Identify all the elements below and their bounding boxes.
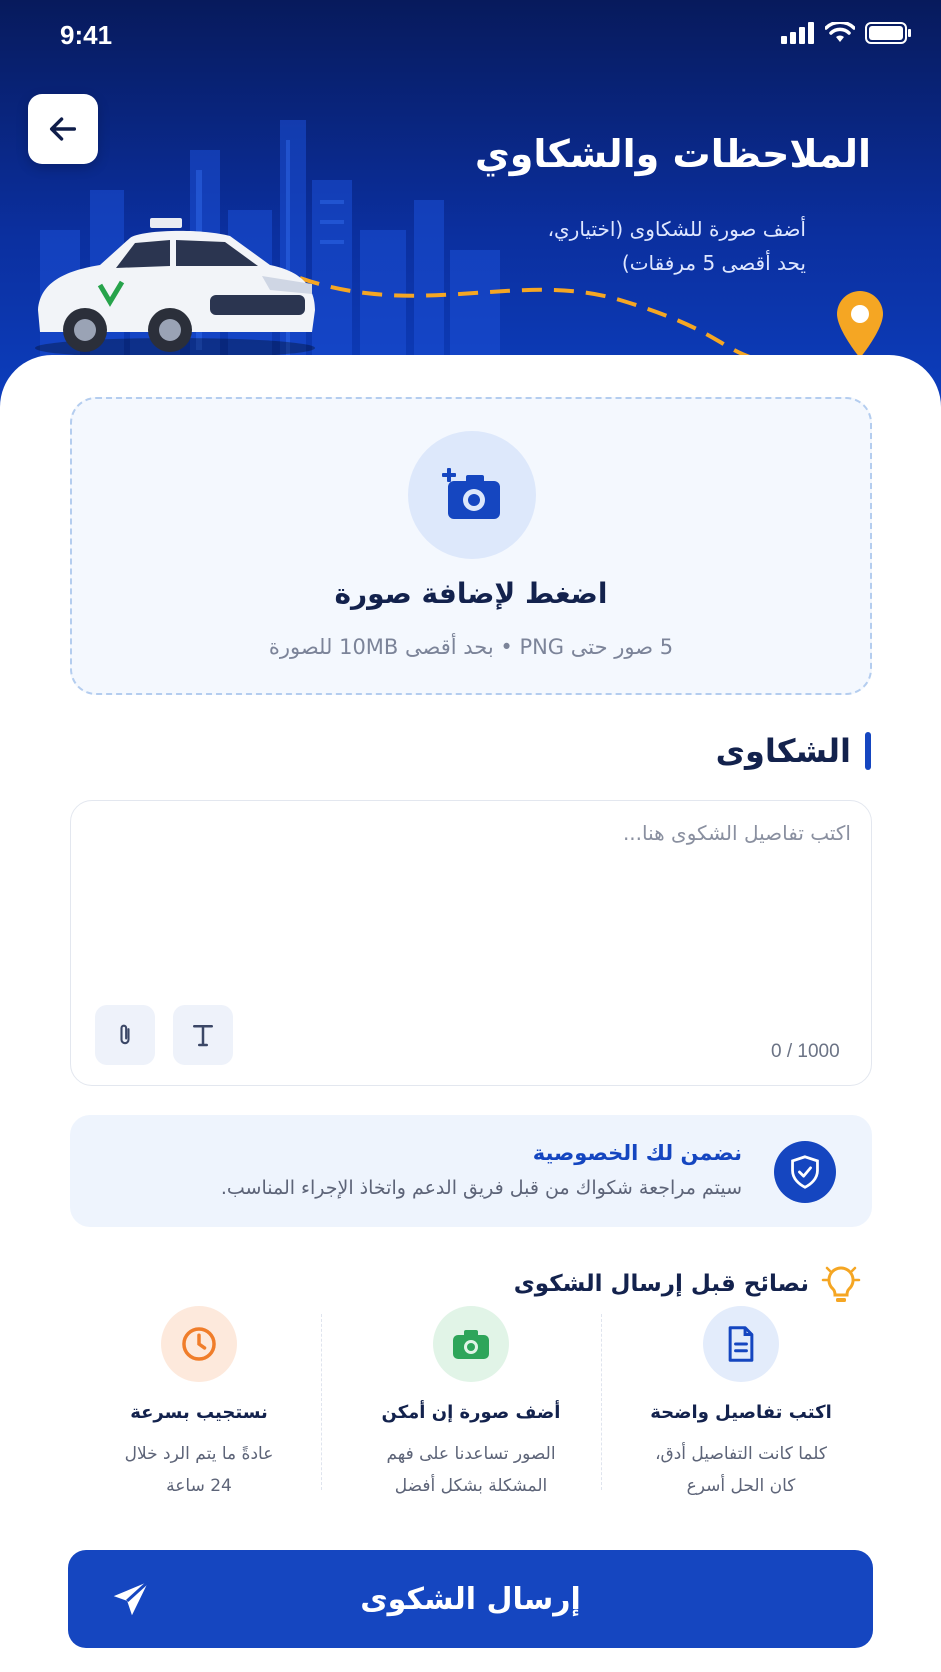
tip-description-line2: 24 ساعة bbox=[166, 1476, 232, 1496]
complaint-box: 0 / 1000 bbox=[70, 800, 872, 1086]
arrow-left-icon bbox=[49, 117, 77, 141]
tip-fast-response: نستجيب بسرعة عادةً ما يتم الرد خلال 24 س… bbox=[68, 1306, 330, 1496]
clock-icon bbox=[182, 1327, 216, 1361]
tip-icon-circle bbox=[703, 1306, 779, 1382]
tips-title: نصائح قبل إرسال الشكوى bbox=[513, 1271, 809, 1297]
section-accent-bar bbox=[865, 732, 871, 770]
tips-header: نصائح قبل إرسال الشكوى bbox=[514, 1262, 861, 1306]
submit-button-label: إرسال الشكوى bbox=[360, 1581, 581, 1617]
page-subtitle-line2: يحد أقصى 5 مرفقات) bbox=[621, 251, 806, 275]
tip-description-line1: الصور تساعدنا على فهم bbox=[386, 1444, 556, 1464]
tip-title: أضف صورة إن أمكن bbox=[381, 1402, 561, 1423]
upload-title: اضغط لإضافة صورة bbox=[334, 577, 608, 610]
tip-description: الصور تساعدنا على فهم المشكلة بشكل أفضل bbox=[340, 1438, 602, 1502]
camera-icon bbox=[453, 1330, 489, 1359]
tip-description-line2: المشكلة بشكل أفضل bbox=[394, 1476, 548, 1496]
tip-description-line1: كلما كانت التفاصيل أدق، bbox=[655, 1444, 827, 1464]
tip-title: نستجيب بسرعة bbox=[130, 1402, 268, 1423]
image-upload-area[interactable]: اضغط لإضافة صورة 5 صور حتى PNG • بحد أقص… bbox=[70, 397, 872, 695]
attachment-icon bbox=[120, 1024, 130, 1045]
privacy-title: نضمن لك الخصوصية bbox=[532, 1141, 742, 1165]
tip-icon-circle bbox=[433, 1306, 509, 1382]
taxi-car-illustration bbox=[35, 218, 315, 358]
tip-add-photo: أضف صورة إن أمكن الصور تساعدنا على فهم ا… bbox=[340, 1306, 602, 1496]
tip-description: عادةً ما يتم الرد خلال 24 ساعة bbox=[68, 1438, 330, 1502]
tip-clear-details: اكتب تفاصيل واضحة كلما كانت التفاصيل أدق… bbox=[610, 1306, 872, 1496]
character-counter: 0 / 1000 bbox=[771, 1041, 840, 1062]
complaint-textarea[interactable] bbox=[91, 821, 851, 1001]
location-pin-icon bbox=[837, 291, 883, 358]
privacy-icon-circle bbox=[774, 1141, 836, 1203]
tips-list: اكتب تفاصيل واضحة كلما كانت التفاصيل أدق… bbox=[70, 1306, 872, 1496]
tip-title: اكتب تفاصيل واضحة bbox=[650, 1402, 832, 1423]
shield-check-icon bbox=[791, 1155, 819, 1189]
signal-icon bbox=[781, 22, 814, 44]
submit-complaint-button[interactable]: إرسال الشكوى bbox=[68, 1550, 873, 1648]
lightbulb-icon bbox=[821, 1266, 861, 1302]
upload-hint: 5 صور حتى PNG • بحد أقصى 10MB للصورة bbox=[268, 635, 674, 659]
wifi-icon bbox=[825, 22, 855, 42]
attachment-button[interactable] bbox=[95, 1005, 155, 1065]
text-format-button[interactable] bbox=[173, 1005, 233, 1065]
tip-icon-circle bbox=[161, 1306, 237, 1382]
page-subtitle: أضف صورة للشكاوى (اختياري، يحد أقصى 5 مر… bbox=[486, 212, 806, 280]
complaints-section-header: الشكاوى bbox=[716, 732, 871, 770]
status-icons bbox=[781, 22, 911, 44]
privacy-text: سيتم مراجعة شكواك من قبل فريق الدعم واتخ… bbox=[220, 1177, 742, 1199]
back-button[interactable] bbox=[28, 94, 98, 164]
complaints-section-title: الشكاوى bbox=[715, 732, 851, 770]
page-subtitle-line1: أضف صورة للشكاوى (اختياري، bbox=[547, 217, 806, 241]
upload-icon-circle bbox=[408, 431, 536, 559]
status-time: 9:41 bbox=[60, 20, 113, 50]
tip-description-line1: عادةً ما يتم الرد خلال bbox=[124, 1444, 274, 1464]
tip-description: كلما كانت التفاصيل أدق، كان الحل أسرع bbox=[610, 1438, 872, 1502]
text-format-icon bbox=[193, 1025, 213, 1047]
page-title: الملاحظات والشكاوي bbox=[474, 132, 871, 176]
privacy-notice: نضمن لك الخصوصية سيتم مراجعة شكواك من قب… bbox=[70, 1115, 872, 1227]
document-icon bbox=[728, 1326, 754, 1362]
send-icon bbox=[113, 1580, 150, 1616]
add-camera-icon bbox=[442, 468, 500, 519]
battery-icon bbox=[865, 22, 911, 44]
tip-description-line2: كان الحل أسرع bbox=[686, 1476, 796, 1496]
